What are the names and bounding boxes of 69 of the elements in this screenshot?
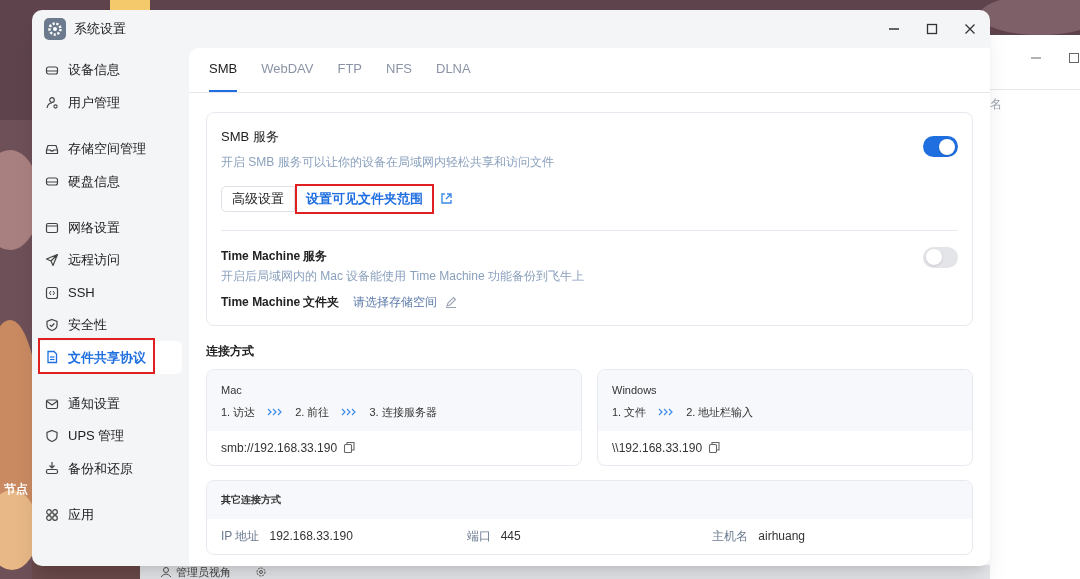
external-link-icon[interactable]: [440, 192, 453, 205]
section-title: SMB 服务: [221, 128, 280, 146]
close-icon[interactable]: [964, 23, 976, 35]
field-value: 445: [500, 528, 521, 545]
sidebar-item[interactable]: 用户管理: [38, 86, 182, 119]
sidebar-item[interactable]: 远程访问: [38, 243, 182, 277]
method-title: Windows: [612, 382, 658, 398]
field-value: airhuang: [758, 528, 806, 545]
sidebar-item[interactable]: 安全性: [38, 308, 182, 342]
drive-icon: [45, 174, 59, 189]
sidebar-item[interactable]: 文件共享协议: [38, 341, 182, 374]
settings-icon: [44, 18, 66, 40]
section-title: 连接方式: [206, 342, 255, 360]
user-icon[interactable]: [160, 566, 172, 578]
sidebar-item[interactable]: 存储空间管理: [38, 132, 182, 166]
field-label: 主机名: [712, 528, 749, 545]
method-title: Mac: [221, 382, 243, 398]
card-title: 其它连接方式: [221, 493, 281, 507]
folder-range-link[interactable]: 设置可见文件夹范围: [295, 183, 434, 214]
field-label: 端口: [466, 528, 491, 545]
edit-icon[interactable]: [445, 295, 458, 308]
window-icon: [45, 220, 59, 235]
toggle-switch[interactable]: [923, 246, 958, 268]
document-icon: [45, 350, 59, 365]
advanced-settings-button[interactable]: 高级设置: [221, 185, 295, 212]
section-title: Time Machine 服务: [221, 247, 329, 265]
storage-select-link[interactable]: 请选择存储空间: [353, 292, 438, 311]
sidebar-item[interactable]: 硬盘信息: [38, 165, 182, 198]
sidebar-item[interactable]: 通知设置: [38, 387, 182, 420]
step-label: 3. 连接服务器: [369, 405, 437, 420]
grid-icon: [45, 507, 59, 522]
terminal-icon: [45, 285, 59, 300]
sidebar-item[interactable]: UPS 管理: [38, 419, 182, 453]
mail-icon: [45, 396, 59, 411]
copy-icon[interactable]: [708, 441, 722, 454]
sidebar-item[interactable]: 设备信息: [38, 54, 182, 87]
step-label: 2. 前往: [295, 405, 330, 420]
maximize-icon[interactable]: [926, 23, 938, 35]
toggle-switch[interactable]: [923, 136, 958, 157]
paper-plane-icon: [45, 253, 59, 268]
chevrons-icon: [267, 408, 284, 417]
description: 开启 SMB 服务可以让你的设备在局域网内轻松共享和访问文件: [221, 153, 555, 171]
drive-icon: [45, 63, 59, 78]
copy-icon[interactable]: [343, 441, 357, 454]
shield-check-icon: [45, 317, 59, 332]
sidebar-item[interactable]: 备份和还原: [38, 452, 182, 485]
chevrons-icon: [658, 408, 675, 417]
sidebar-item[interactable]: 网络设置: [38, 211, 182, 244]
shield-icon: [45, 429, 59, 444]
taskbar-label[interactable]: 管理员视角: [176, 566, 231, 578]
field-label: Time Machine 文件夹: [221, 293, 340, 311]
user-icon: [45, 95, 59, 110]
chevrons-icon: [341, 408, 358, 417]
download-icon: [45, 461, 59, 476]
maximize-icon[interactable]: [1068, 52, 1080, 64]
step-label: 1. 访达: [221, 405, 256, 420]
tab[interactable]: SMB: [209, 48, 238, 92]
window-title: 系统设置: [74, 20, 126, 39]
address-text: smb://192.168.33.190: [221, 439, 338, 457]
description: 开启后局域网内的 Mac 设备能使用 Time Machine 功能备份到飞牛上: [221, 267, 585, 285]
step-label: 2. 地址栏输入: [686, 405, 754, 420]
settings-icon[interactable]: [255, 566, 267, 578]
sidebar-item[interactable]: 应用: [38, 498, 182, 532]
field-label: IP 地址: [221, 528, 260, 545]
field-value: 192.168.33.190: [269, 528, 353, 545]
address-text: \\192.168.33.190: [612, 439, 703, 457]
sidebar-item[interactable]: SSH: [38, 276, 182, 309]
step-label: 1. 文件: [612, 405, 647, 420]
column-header: 名: [990, 95, 1002, 113]
